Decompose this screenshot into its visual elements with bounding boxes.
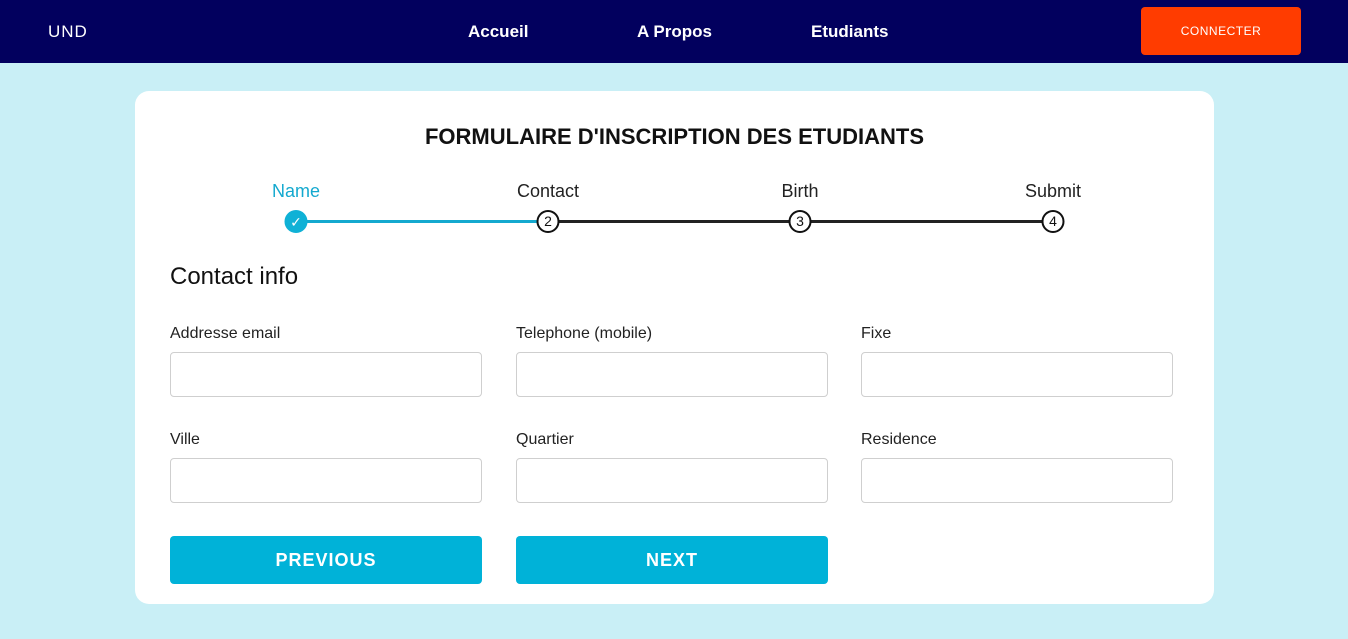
- step-marker-2: 2: [536, 210, 560, 233]
- top-navbar: UND Accueil A Propos Etudiants CONNECTER: [0, 0, 1348, 63]
- residence-label: Residence: [861, 431, 937, 448]
- city-field[interactable]: [170, 458, 482, 503]
- registration-form-card: FORMULAIRE D'INSCRIPTION DES ETUDIANTS N…: [135, 91, 1214, 604]
- step-connector-1: [296, 220, 548, 223]
- mobile-phone-field[interactable]: [516, 352, 828, 397]
- step-connector-3: [800, 220, 1053, 223]
- connect-button[interactable]: CONNECTER: [1141, 7, 1301, 55]
- email-label: Addresse email: [170, 325, 281, 342]
- step-marker-3: 3: [788, 210, 812, 233]
- district-label: Quartier: [516, 431, 574, 448]
- next-button[interactable]: NEXT: [516, 536, 828, 584]
- step-check-icon: ✓: [284, 210, 308, 233]
- district-field[interactable]: [516, 458, 828, 503]
- nav-link-etudiants[interactable]: Etudiants: [811, 22, 888, 42]
- nav-link-a-propos[interactable]: A Propos: [637, 22, 712, 42]
- step-label-name: Name: [271, 181, 321, 201]
- landline-field[interactable]: [861, 352, 1173, 397]
- brand-logo[interactable]: UND: [48, 22, 88, 42]
- previous-button[interactable]: PREVIOUS: [170, 536, 482, 584]
- nav-link-accueil[interactable]: Accueil: [468, 22, 528, 42]
- form-title: FORMULAIRE D'INSCRIPTION DES ETUDIANTS: [424, 124, 925, 149]
- step-label-submit: Submit: [1024, 181, 1082, 201]
- step-connector-2: [548, 220, 800, 223]
- residence-field[interactable]: [861, 458, 1173, 503]
- step-label-contact: Contact: [516, 181, 580, 201]
- email-field[interactable]: [170, 352, 482, 397]
- mobile-phone-label: Telephone (mobile): [516, 325, 653, 342]
- step-label-birth: Birth: [781, 181, 819, 201]
- section-title: Contact info: [170, 263, 299, 290]
- city-label: Ville: [170, 431, 200, 448]
- step-marker-4: 4: [1041, 210, 1065, 233]
- landline-label: Fixe: [861, 325, 892, 342]
